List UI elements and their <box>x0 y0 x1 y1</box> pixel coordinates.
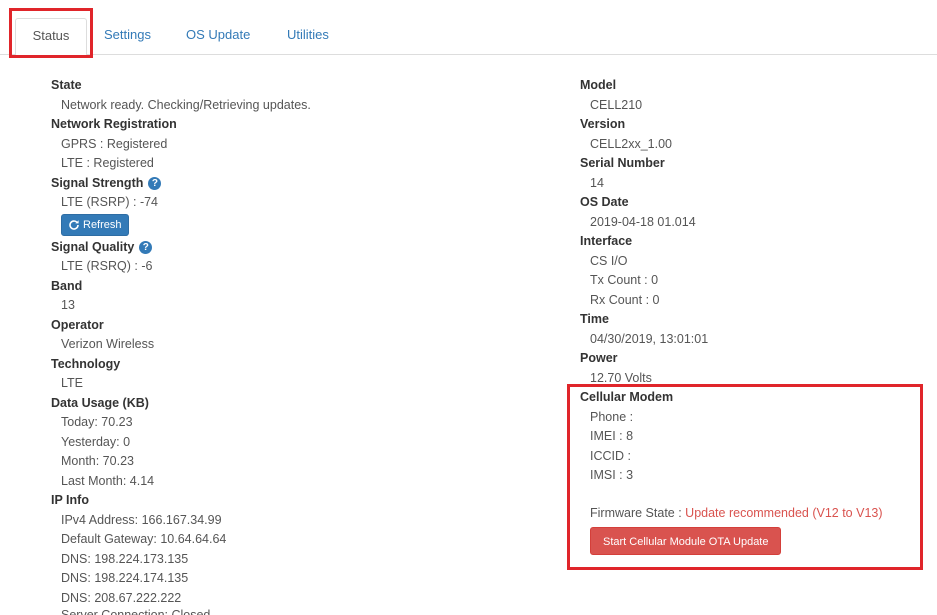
signal-strength-value: LTE (RSRP) : -74 <box>61 195 159 209</box>
question-circle-icon[interactable]: ? <box>148 176 162 190</box>
data-usage-today: Today: 70.23 <box>61 415 133 429</box>
data-usage-month: Month: 70.23 <box>61 454 134 468</box>
version-label: Version <box>580 117 626 131</box>
refresh-label: Refresh <box>83 218 122 231</box>
status-left-column: State Network ready. Checking/Retrieving… <box>51 76 311 608</box>
lte-registration: LTE : Registered <box>61 156 154 170</box>
band-label: Band <box>51 278 83 293</box>
power-label: Power <box>580 351 618 365</box>
default-gateway: Default Gateway: 10.64.64.64 <box>61 532 227 546</box>
network-registration-label: Network Registration <box>51 117 177 131</box>
question-circle-icon[interactable]: ? <box>139 240 153 254</box>
gprs-registration: GPRS : Registered <box>61 136 168 151</box>
data-usage-label: Data Usage (KB) <box>51 395 149 410</box>
band-value: 13 <box>61 298 75 312</box>
serial-number-label: Serial Number <box>580 156 665 170</box>
signal-quality-heading: Signal Quality? <box>51 238 311 258</box>
os-date-value: 2019-04-18 01.014 <box>590 214 696 229</box>
status-tab-highlight <box>9 8 93 58</box>
data-usage-yesterday: Yesterday: 0 <box>61 434 131 449</box>
state-value: Network ready. Checking/Retrieving updat… <box>61 97 311 112</box>
rx-count: Rx Count : 0 <box>590 292 660 307</box>
model-label: Model <box>580 78 617 92</box>
cellular-modem-highlight <box>567 384 923 570</box>
technology-value: LTE <box>61 376 83 390</box>
interface-label: Interface <box>580 234 633 248</box>
signal-strength-heading: Signal Strength? <box>51 174 311 194</box>
version-value: CELL2xx_1.00 <box>590 136 673 151</box>
dns-2: DNS: 198.224.174.135 <box>61 571 189 585</box>
data-usage-last-month: Last Month: 4.14 <box>61 473 155 488</box>
signal-strength-label: Signal Strength <box>51 175 144 190</box>
time-value: 04/30/2019, 13:01:01 <box>590 331 709 346</box>
tab-settings[interactable]: Settings <box>104 18 151 55</box>
model-value: CELL210 <box>590 97 643 112</box>
time-label: Time <box>580 312 609 326</box>
interface-value: CS I/O <box>590 253 628 268</box>
tx-count: Tx Count : 0 <box>590 273 659 287</box>
refresh-button[interactable]: Refresh <box>61 213 129 236</box>
signal-quality-value: LTE (RSRQ) : -6 <box>61 259 153 273</box>
ip-info-label: IP Info <box>51 493 89 507</box>
ipv4-address: IPv4 Address: 166.167.34.99 <box>61 512 222 527</box>
tab-bar: Status Settings OS Update Utilities <box>0 0 937 56</box>
state-label: State <box>51 78 82 92</box>
serial-number-value: 14 <box>590 175 604 190</box>
technology-label: Technology <box>51 356 121 371</box>
tab-os-update[interactable]: OS Update <box>186 18 250 55</box>
operator-label: Operator <box>51 317 104 332</box>
signal-quality-label: Signal Quality <box>51 239 135 254</box>
dns-1: DNS: 198.224.173.135 <box>61 551 189 566</box>
tab-utilities[interactable]: Utilities <box>287 18 329 55</box>
server-connection: Server Connection: Closed <box>61 608 211 615</box>
operator-value: Verizon Wireless <box>61 337 155 351</box>
refresh-icon <box>69 219 79 230</box>
os-date-label: OS Date <box>580 195 629 209</box>
